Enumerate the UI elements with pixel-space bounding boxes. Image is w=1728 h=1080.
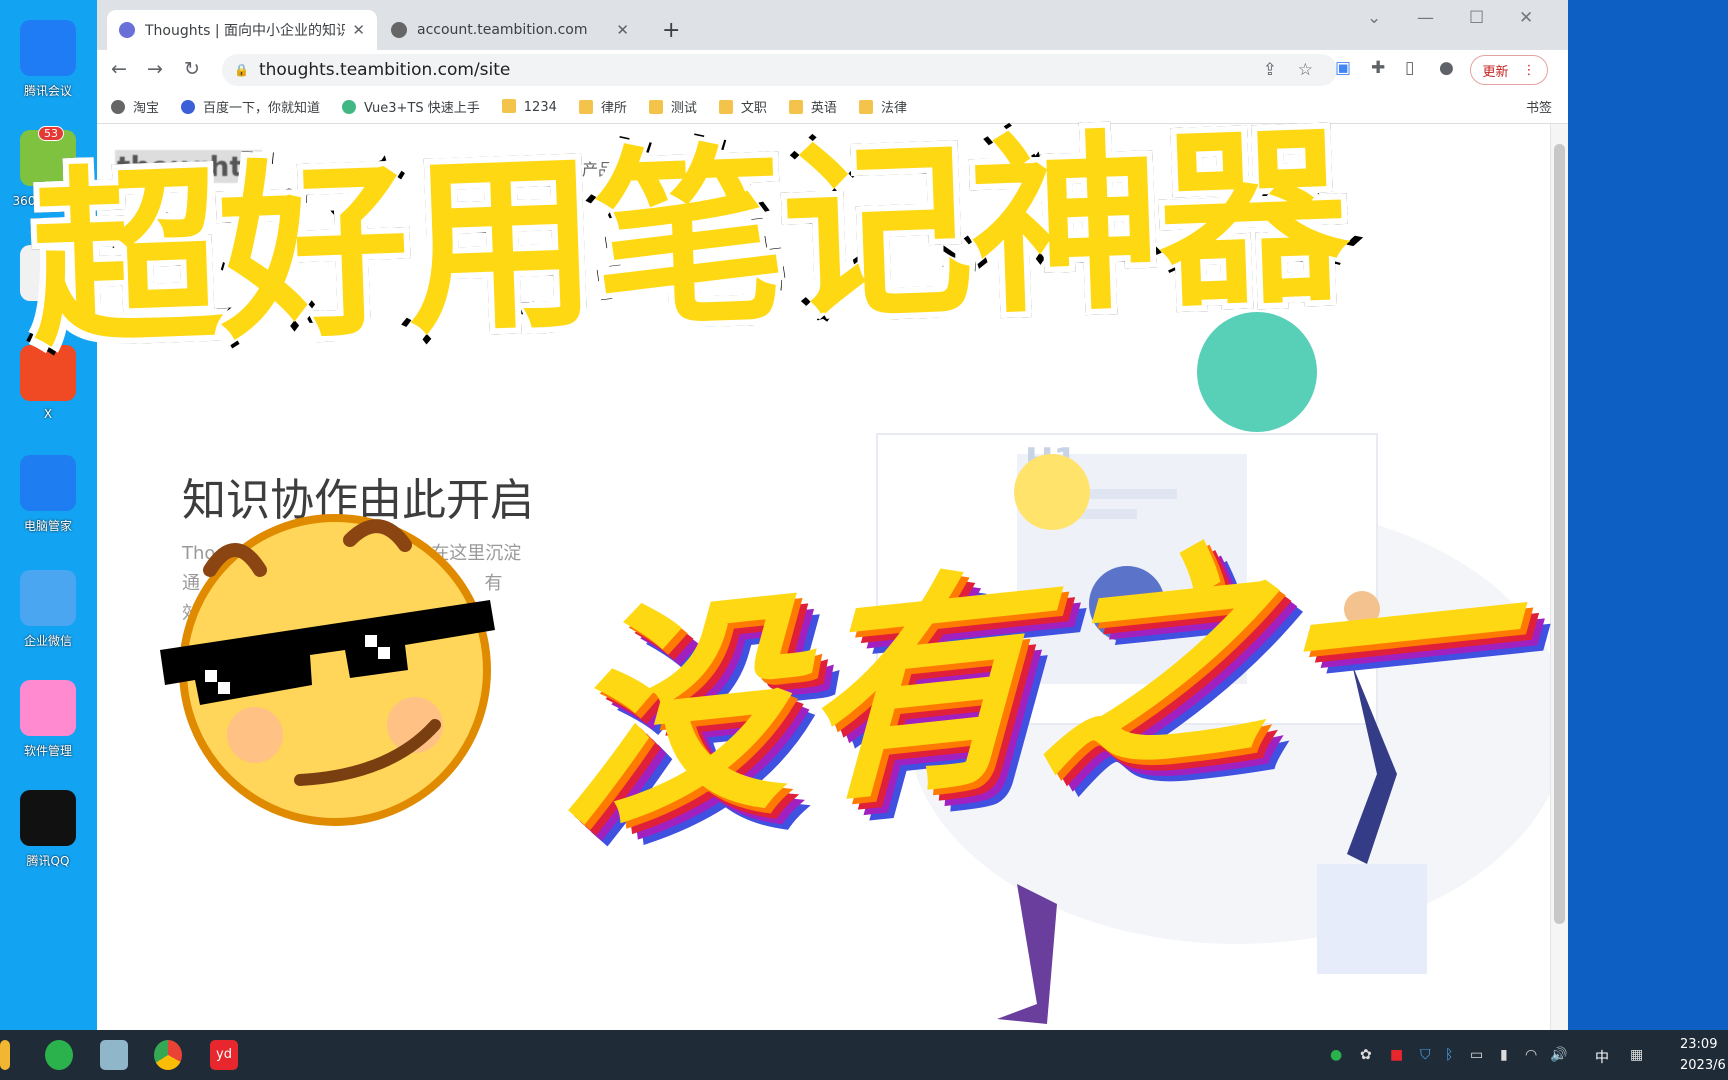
wecom-icon	[20, 570, 76, 626]
profile-icon[interactable]: ●	[1439, 58, 1454, 78]
tray-shield-icon[interactable]: ⛉	[1420, 1047, 1431, 1063]
pc-manager-icon	[20, 455, 76, 511]
desktop-right-edge	[1568, 0, 1728, 1030]
tray-app-icon[interactable]: ✿	[1360, 1047, 1372, 1063]
tab-account[interactable]: account.teambition.com ✕	[379, 10, 641, 50]
tencent-meeting-icon	[20, 20, 76, 76]
youdao-icon[interactable]: yd	[210, 1040, 238, 1070]
maximize-icon[interactable]: ☐	[1469, 8, 1484, 28]
chrome-icon[interactable]	[154, 1040, 182, 1070]
desktop-icon-label: X	[43, 407, 53, 421]
minimize-icon[interactable]: —	[1417, 8, 1434, 28]
desktop-icon-label: 腾讯会议	[23, 84, 72, 98]
desktop-icon-label: 企业微信	[23, 634, 72, 648]
update-button[interactable]: 更新 ⋮	[1470, 55, 1548, 85]
file-explorer-icon[interactable]	[0, 1040, 10, 1070]
url-text: thoughts.teambition.com/site	[258, 60, 511, 80]
menu-icon[interactable]: ⋮	[1523, 63, 1536, 78]
tab-strip: Thoughts | 面向中小企业的知识 ✕ account.teambitio…	[97, 0, 1568, 50]
cool-emoji-sticker	[160, 514, 495, 826]
tab-thoughts[interactable]: Thoughts | 面向中小企业的知识 ✕	[107, 10, 377, 50]
battery-icon[interactable]: ▭	[1470, 1047, 1483, 1063]
update-label: 更新	[1482, 64, 1509, 80]
globe-icon	[391, 22, 407, 38]
desktop-icon-label: 腾讯QQ	[26, 854, 70, 868]
thoughts-favicon-icon	[119, 22, 135, 38]
tab-title: account.teambition.com	[417, 22, 588, 38]
usb-icon[interactable]: ▮	[1500, 1047, 1508, 1063]
wifi-icon[interactable]: ◠	[1525, 1047, 1537, 1063]
desktop-icon[interactable]: 软件管理	[10, 680, 86, 759]
desktop-icon-label: 软件管理	[23, 744, 72, 758]
clock-time: 23:09	[1680, 1037, 1718, 1052]
bluetooth-icon[interactable]: ᛒ	[1445, 1047, 1453, 1063]
tab-search-icon[interactable]: ⌄	[1367, 8, 1381, 28]
ime-indicator[interactable]: 中	[1595, 1047, 1609, 1067]
notepad-icon[interactable]	[100, 1040, 128, 1070]
tray-youdao-icon[interactable]: ■	[1390, 1047, 1403, 1063]
desktop-icon[interactable]: 企业微信	[10, 570, 86, 649]
desktop-icon[interactable]: 电脑管家	[10, 455, 86, 534]
close-window-icon[interactable]: ✕	[1519, 8, 1533, 28]
scrollbar-thumb[interactable]	[1554, 144, 1565, 924]
volume-icon[interactable]: 🔊	[1550, 1047, 1567, 1063]
clock[interactable]: 23:09 2023/6	[1680, 1034, 1726, 1076]
side-panel-icon[interactable]: ▯	[1405, 58, 1414, 78]
clock-date: 2023/6	[1680, 1058, 1726, 1073]
taskbar: yd ● ✿ ■ ⛉ ᛒ ▭ ▮ ◠ 🔊 中 ▦ 23:09 2023/6	[0, 1030, 1728, 1080]
bookmarks-label[interactable]: 书签	[1526, 97, 1552, 116]
back-icon[interactable]: ←	[111, 58, 127, 80]
scrollbar[interactable]	[1550, 124, 1568, 1030]
desktop-icon-label: 电脑管家	[23, 519, 72, 533]
overlay-title: 超好用笔记神器	[21, 100, 1356, 379]
desktop-icon[interactable]: 腾讯QQ	[10, 790, 86, 869]
qq-icon	[20, 790, 76, 846]
tab-title: Thoughts | 面向中小企业的知识	[145, 23, 345, 39]
close-tab-icon[interactable]: ✕	[616, 21, 629, 39]
forward-icon[interactable]: →	[147, 58, 163, 80]
tray-wechat-icon[interactable]: ●	[1330, 1047, 1342, 1063]
ime-mode-icon[interactable]: ▦	[1630, 1047, 1643, 1063]
software-manager-icon	[20, 680, 76, 736]
close-tab-icon[interactable]: ✕	[352, 21, 365, 39]
new-tab-button[interactable]: +	[650, 10, 692, 50]
lock-icon: 🔒	[234, 63, 249, 77]
reload-icon[interactable]: ↻	[184, 58, 200, 80]
extensions-icon[interactable]: ✚	[1371, 58, 1385, 78]
desktop-icon[interactable]: 腾讯会议	[10, 20, 86, 99]
wechat-icon[interactable]	[45, 1040, 73, 1070]
